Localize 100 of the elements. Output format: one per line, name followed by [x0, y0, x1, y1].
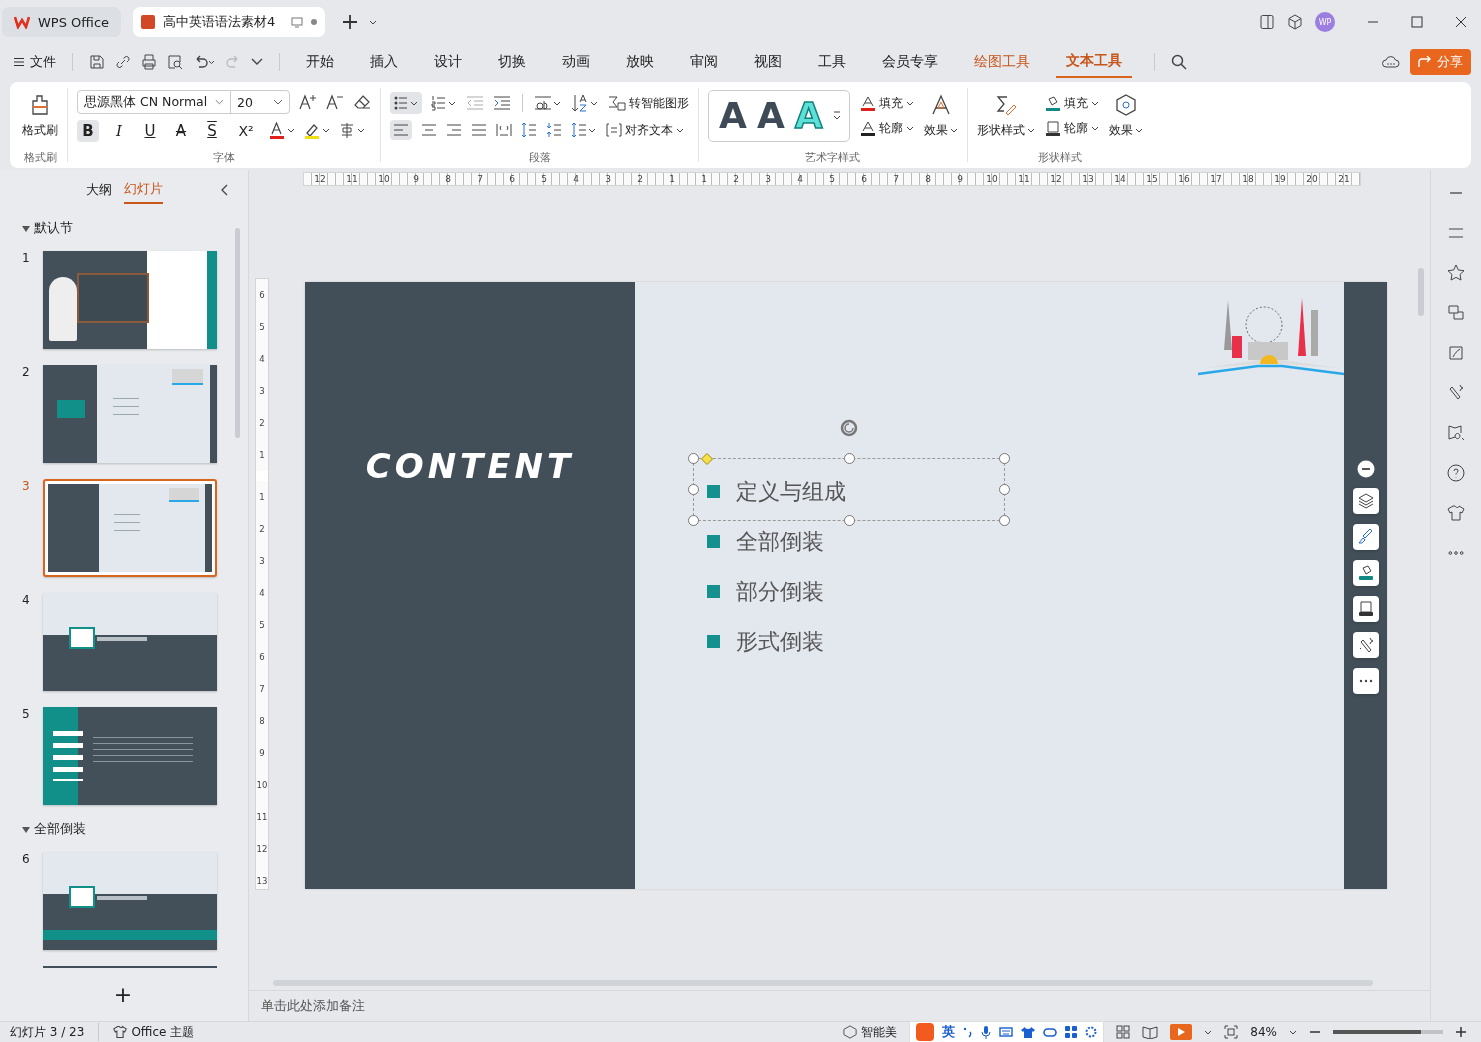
expand-triangle-icon[interactable]	[22, 825, 30, 834]
rotate-handle[interactable]	[840, 419, 858, 437]
text-format-button[interactable]: X²	[232, 120, 260, 142]
link-icon[interactable]	[115, 54, 131, 70]
smart-graphic-button[interactable]: 转智能图形	[608, 94, 689, 112]
magic-wand-button[interactable]	[1353, 632, 1379, 658]
document-tab[interactable]: WPS Office	[2, 7, 122, 37]
increase-font-icon[interactable]	[299, 94, 317, 110]
section-header[interactable]: 默认节	[34, 220, 73, 237]
font-color-icon[interactable]	[269, 122, 295, 140]
adjust-handle[interactable]	[701, 453, 713, 465]
slide-thumbnail[interactable]	[43, 593, 217, 691]
layers-button[interactable]	[1353, 488, 1379, 514]
font-name-dropdown[interactable]: 思源黑体 CN Normal	[78, 91, 231, 113]
ribbon-tab[interactable]: 绘图工具	[964, 47, 1040, 77]
grid-view-icon[interactable]	[1116, 1025, 1131, 1039]
panel-tab[interactable]: 幻灯片	[123, 176, 163, 204]
shape-effects-button[interactable]: 效果	[1108, 93, 1143, 139]
format-painter-button[interactable]: 格式刷	[22, 93, 58, 139]
shape-fill-button[interactable]: 填充	[1044, 95, 1099, 112]
gamepad-icon[interactable]	[1043, 1027, 1058, 1037]
chevron-down-icon[interactable]	[251, 58, 263, 66]
text-format-button[interactable]: I	[108, 120, 130, 142]
resize-handle[interactable]	[688, 515, 699, 526]
save-icon[interactable]	[89, 54, 105, 70]
text-format-button[interactable]: S	[201, 120, 223, 142]
text-format-button[interactable]: U	[139, 120, 161, 142]
punctuation-icon[interactable]	[963, 1026, 974, 1038]
panel-tab[interactable]: 大纲	[85, 177, 112, 203]
horizontal-ruler[interactable]: 12 11 10 9 8 7 6 5 4 3 2 1 1 2 3 4 5 6 7 8 9 10 11 12 13 14 15 16 17 18 19 20 21	[303, 172, 1361, 186]
expand-triangle-icon[interactable]	[22, 224, 30, 233]
beautify-button[interactable]: 智能美	[843, 1023, 898, 1041]
align-text-button[interactable]: 对齐文本	[606, 121, 684, 139]
new-tab-icon[interactable]	[343, 15, 358, 29]
resize-handle[interactable]	[999, 515, 1010, 526]
caret-icon[interactable]	[369, 19, 378, 25]
document-tab[interactable]: 高中英语语法素材4	[133, 7, 326, 37]
tablet-icon[interactable]	[1259, 14, 1275, 30]
copy-icon[interactable]	[1447, 304, 1465, 322]
shape-outline-button[interactable]: 轮廓	[1044, 120, 1099, 137]
distribute-icon[interactable]	[496, 123, 512, 137]
settings-icon[interactable]	[1085, 1026, 1098, 1038]
shirt-icon[interactable]	[1021, 1026, 1036, 1038]
magic-wand-icon[interactable]	[1447, 384, 1465, 402]
sort-icon[interactable]	[571, 94, 599, 112]
star-icon[interactable]	[1447, 264, 1465, 282]
ribbon-tab[interactable]: 视图	[744, 47, 792, 77]
resize-handle[interactable]	[999, 484, 1010, 495]
resize-handle[interactable]	[844, 515, 855, 526]
brush-button[interactable]	[1353, 524, 1379, 550]
ribbon-tab[interactable]: 切换	[488, 47, 536, 77]
slide-thumbnail[interactable]	[43, 251, 217, 349]
vertical-ruler[interactable]: 6 5 4 3 2 1 1 2 3 4 5 6 7 8 9 10 11 12 13	[255, 278, 269, 890]
increase-indent-icon[interactable]	[493, 95, 511, 111]
text-direction-icon[interactable]	[534, 95, 562, 111]
shape-fill-button[interactable]	[1353, 560, 1379, 586]
resize-handle[interactable]	[844, 453, 855, 464]
align-center-icon[interactable]	[421, 123, 437, 137]
print-preview-icon[interactable]	[167, 54, 183, 70]
caret-icon[interactable]	[1204, 1029, 1213, 1035]
align-right-icon[interactable]	[446, 123, 462, 137]
highlight-icon[interactable]	[304, 122, 330, 140]
phonetic-guide-icon[interactable]	[339, 122, 365, 140]
text-format-button[interactable]: B	[77, 120, 99, 142]
ribbon-tab[interactable]: 工具	[808, 47, 856, 77]
paragraph-spacing-icon[interactable]	[546, 122, 562, 138]
text-fill-button[interactable]: 填充	[859, 95, 914, 112]
input-method-toolbar[interactable]: 英	[909, 1021, 1105, 1042]
text-effects-button[interactable]: 效果	[923, 93, 958, 139]
reading-view-icon[interactable]	[1142, 1025, 1159, 1039]
cube-icon[interactable]	[1287, 14, 1303, 30]
print-icon[interactable]	[141, 54, 157, 70]
wordart-style[interactable]: A	[719, 98, 747, 134]
collapse-icon[interactable]	[220, 184, 228, 196]
line-spacing-icon[interactable]	[521, 122, 537, 138]
ribbon-tab[interactable]: 放映	[616, 47, 664, 77]
spacing-dropdown-icon[interactable]	[571, 122, 597, 138]
section-header[interactable]: 全部倒装	[34, 821, 86, 838]
add-slide-button[interactable]: +	[110, 981, 136, 1007]
align-left-icon[interactable]	[390, 120, 412, 140]
slide-thumbnail[interactable]	[43, 707, 217, 805]
slideshow-button[interactable]	[1170, 1024, 1193, 1040]
maximize-icon[interactable]	[1411, 16, 1423, 28]
ribbon-tab[interactable]: 插入	[360, 47, 408, 77]
shape-outline-button[interactable]	[1353, 596, 1379, 622]
ribbon-tab[interactable]: 开始	[296, 47, 344, 77]
eraser-icon[interactable]	[353, 94, 371, 110]
ribbon-tab[interactable]: 会员专享	[872, 47, 948, 77]
resize-handle[interactable]	[688, 484, 699, 495]
language-mode-toggle[interactable]: 英	[942, 1023, 956, 1041]
file-menu[interactable]: 文件	[14, 53, 56, 71]
ribbon-tab[interactable]: 审阅	[680, 47, 728, 77]
scrollbar[interactable]	[235, 228, 240, 438]
wordart-style[interactable]: A	[756, 98, 785, 134]
help-icon[interactable]	[1447, 464, 1465, 482]
ribbon-tab[interactable]: 动画	[552, 47, 600, 77]
resize-handle[interactable]	[999, 453, 1010, 464]
justify-icon[interactable]	[471, 123, 487, 137]
text-format-button[interactable]: A	[170, 120, 192, 142]
search-icon[interactable]	[1171, 54, 1187, 70]
